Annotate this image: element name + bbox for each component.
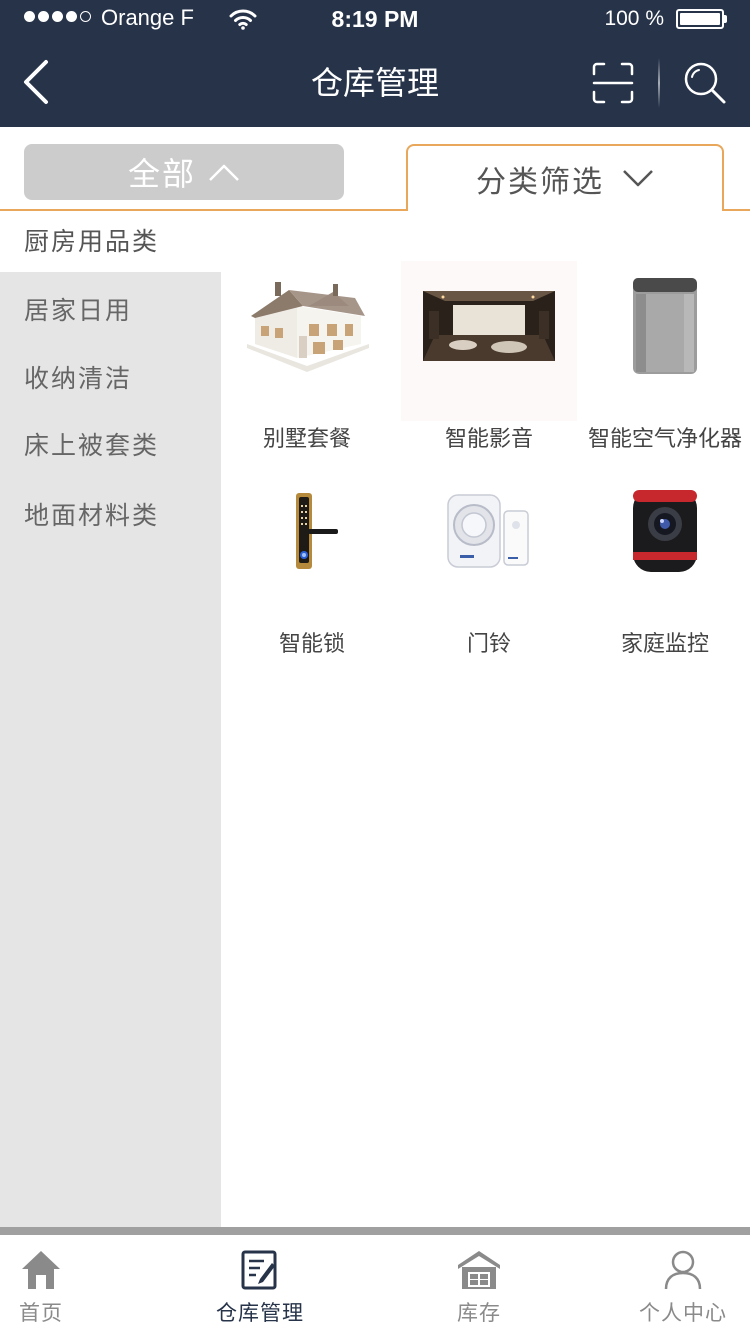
category-sidebar: 居家日用 收纳清洁 床上被套类 地面材料类	[0, 272, 221, 1227]
product-home-theater[interactable]: 智能影音	[401, 261, 577, 452]
smart-lock-image	[224, 466, 400, 596]
product-smart-lock[interactable]: 智能锁	[224, 466, 400, 657]
app-header: Orange F 8:19 PM 100 % 仓库管理	[0, 0, 750, 127]
tab-label: 库存	[457, 1301, 501, 1325]
chevron-up-icon	[209, 164, 239, 181]
battery-icon	[676, 9, 724, 29]
nav-bar: 仓库管理	[0, 38, 750, 127]
product-label: 家庭监控	[620, 632, 709, 657]
villa-image	[219, 261, 395, 391]
sidebar-item-label: 收纳清洁	[24, 364, 133, 393]
sidebar-item-label: 厨房用品类	[24, 227, 160, 256]
product-air-purifier[interactable]: 智能空气净化器	[577, 261, 750, 452]
sidebar-item-label: 地面材料类	[24, 501, 160, 530]
product-grid: 别墅套餐 智能影音 智能空气净化器 智能锁 门铃 家庭监控	[221, 211, 750, 1227]
sidebar-item-label: 床上被套类	[24, 431, 160, 460]
edit-document-icon	[241, 1250, 277, 1290]
all-filter-tab[interactable]: 全部	[24, 144, 344, 200]
sidebar-item-storage-cleaning[interactable]: 收纳清洁	[0, 350, 221, 410]
tabbar-divider	[0, 1227, 750, 1235]
search-icon[interactable]	[682, 60, 728, 106]
tab-home[interactable]: 首页	[0, 1235, 116, 1334]
product-label: 智能影音	[444, 427, 533, 452]
tab-profile[interactable]: 个人中心	[608, 1235, 750, 1334]
category-filter-tab[interactable]: 分类筛选	[406, 144, 724, 211]
filter-bar: 全部 分类筛选	[0, 127, 750, 211]
tab-inventory[interactable]: 库存	[404, 1235, 554, 1334]
product-doorbell[interactable]: 门铃	[401, 466, 577, 657]
home-icon	[22, 1251, 60, 1289]
product-label: 别墅套餐	[262, 427, 351, 452]
category-filter-label: 分类筛选	[476, 164, 604, 200]
status-bar: Orange F 8:19 PM 100 %	[0, 0, 750, 38]
nav-divider	[658, 58, 660, 108]
person-icon	[664, 1250, 702, 1290]
bottom-tab-bar: 首页 仓库管理 库存 个人中心	[0, 1235, 750, 1334]
tab-label: 仓库管理	[216, 1301, 304, 1325]
home-theater-image	[401, 261, 577, 391]
all-filter-label: 全部	[127, 155, 196, 193]
chevron-down-icon	[623, 169, 653, 186]
product-security-camera[interactable]: 家庭监控	[577, 466, 750, 657]
scan-icon[interactable]	[590, 60, 636, 106]
battery-tip	[724, 15, 727, 23]
product-label: 智能锁	[278, 632, 345, 657]
page-title: 仓库管理	[310, 64, 439, 102]
doorbell-image	[401, 466, 577, 596]
battery-percentage: 100 %	[604, 7, 664, 30]
product-label: 智能空气净化器	[587, 427, 742, 452]
air-purifier-image	[577, 261, 750, 391]
sidebar-item-bedding[interactable]: 床上被套类	[0, 417, 221, 477]
product-label: 门铃	[466, 632, 511, 657]
product-villa[interactable]: 别墅套餐	[219, 261, 395, 452]
warehouse-icon	[458, 1251, 500, 1289]
tab-label: 首页	[19, 1301, 63, 1325]
sidebar-item-label: 居家日用	[24, 296, 133, 325]
security-camera-image	[577, 466, 750, 596]
tab-warehouse-management[interactable]: 仓库管理	[185, 1235, 335, 1334]
sidebar-item-household[interactable]: 居家日用	[0, 282, 221, 342]
tab-label: 个人中心	[639, 1301, 727, 1325]
sidebar-item-flooring[interactable]: 地面材料类	[0, 487, 221, 547]
